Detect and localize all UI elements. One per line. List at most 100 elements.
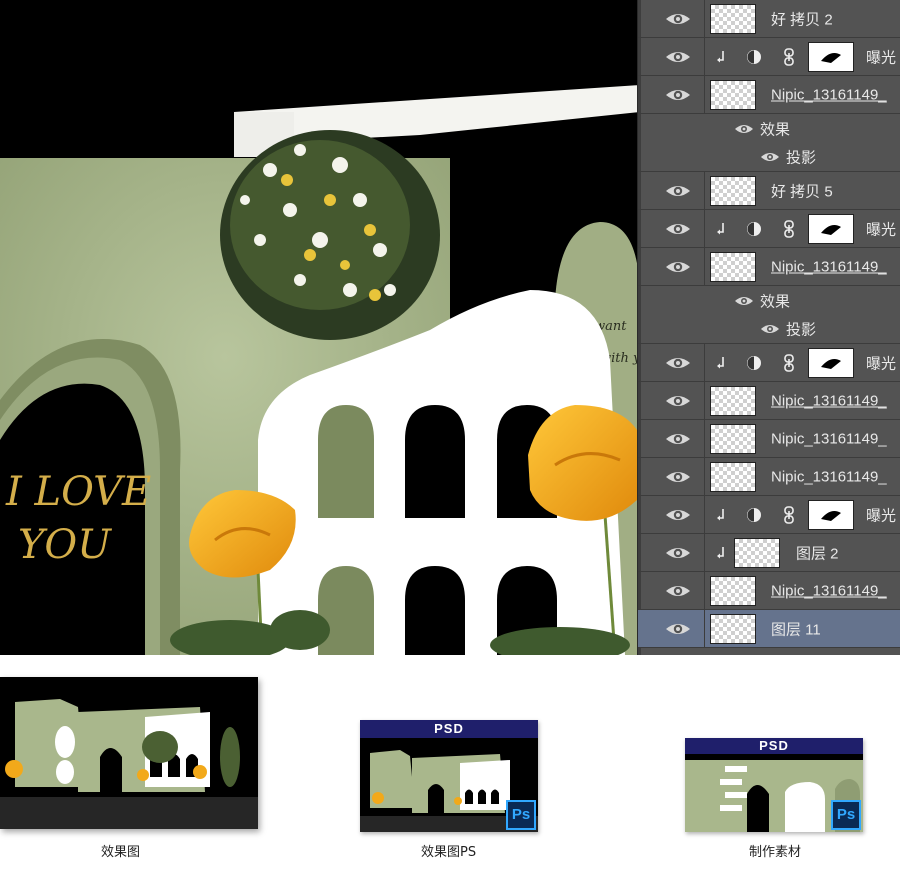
visibility-eye-icon[interactable] bbox=[664, 545, 692, 561]
preview-thumbnail-2[interactable]: PSD Ps bbox=[360, 720, 538, 832]
visibility-eye-icon[interactable] bbox=[664, 431, 692, 447]
visibility-eye-icon[interactable] bbox=[664, 507, 692, 523]
design-canvas[interactable]: I LOVEYOU want with y n bbox=[0, 0, 640, 655]
layer-row[interactable]: 图层 2 bbox=[638, 534, 900, 572]
preview-strip: 效果图 PSD Ps 效果图PS PSD Ps 制作素材 bbox=[0, 655, 900, 893]
layer-thumbnail[interactable] bbox=[710, 613, 756, 644]
layer-thumbnail[interactable] bbox=[710, 575, 756, 606]
layer-row[interactable]: Nipic_13161149_ bbox=[638, 76, 900, 114]
link-chain-icon[interactable] bbox=[783, 219, 795, 238]
clipping-arrow-icon bbox=[717, 508, 724, 520]
photoshop-icon: Ps bbox=[831, 800, 861, 830]
column-divider bbox=[704, 534, 705, 571]
adjustment-layer-icon bbox=[747, 49, 761, 64]
column-divider bbox=[704, 458, 705, 495]
column-divider bbox=[704, 172, 705, 209]
layer-name: 曝光 bbox=[866, 355, 897, 372]
adjustment-layer-icon bbox=[747, 221, 761, 236]
layer-row[interactable]: 曝光 bbox=[638, 38, 900, 76]
effect-visibility-eye-icon[interactable] bbox=[734, 123, 754, 135]
column-divider bbox=[704, 210, 705, 247]
effect-visibility-eye-icon[interactable] bbox=[760, 323, 780, 335]
preview-caption-2: 效果图PS bbox=[421, 845, 477, 860]
layer-thumbnail[interactable] bbox=[710, 385, 756, 416]
layer-name: 曝光 bbox=[866, 507, 897, 524]
layer-row[interactable]: Nipic_13161149_ bbox=[638, 248, 900, 286]
layer-row[interactable]: Nipic_13161149_ bbox=[638, 420, 900, 458]
layer-row[interactable]: 曝光 bbox=[638, 344, 900, 382]
layers-panel: 好 拷贝 2 曝光 Nipic_13161149_ 效果 投影好 拷贝 5 曝光 Nipic… bbox=[637, 0, 900, 655]
adjustment-layer-icon bbox=[747, 507, 761, 522]
layer-name: Nipic_13161149_ bbox=[771, 86, 887, 103]
adjustment-layer-icon bbox=[747, 355, 761, 370]
layer-row[interactable]: 曝光 bbox=[638, 210, 900, 248]
layer-row[interactable]: 好 拷贝 2 bbox=[638, 0, 900, 38]
layer-row[interactable]: 投影 bbox=[638, 315, 900, 344]
layer-mask-thumbnail[interactable] bbox=[808, 41, 854, 72]
layer-row[interactable]: Nipic_13161149_ bbox=[638, 382, 900, 420]
layer-thumbnail[interactable] bbox=[710, 175, 756, 206]
column-divider bbox=[704, 610, 705, 647]
visibility-eye-icon[interactable] bbox=[664, 621, 692, 637]
layer-thumbnail[interactable] bbox=[710, 461, 756, 492]
link-chain-icon[interactable] bbox=[783, 353, 795, 372]
visibility-eye-icon[interactable] bbox=[664, 221, 692, 237]
column-divider bbox=[704, 38, 705, 75]
visibility-eye-icon[interactable] bbox=[664, 393, 692, 409]
layer-row[interactable]: 曝光 bbox=[638, 496, 900, 534]
layer-name: Nipic_13161149_ bbox=[771, 392, 887, 409]
preview-caption-1: 效果图 bbox=[101, 845, 141, 860]
link-chain-icon[interactable] bbox=[783, 505, 795, 524]
clipping-arrow-icon bbox=[717, 222, 724, 234]
editor-area: I LOVEYOU want with y n bbox=[0, 0, 900, 655]
layer-name: 图层 11 bbox=[771, 621, 821, 638]
black-arch bbox=[0, 383, 145, 655]
column-divider bbox=[704, 420, 705, 457]
photoshop-icon: Ps bbox=[506, 800, 536, 830]
layer-row[interactable]: Nipic_13161149_ bbox=[638, 572, 900, 610]
column-divider bbox=[704, 248, 705, 285]
column-divider bbox=[704, 382, 705, 419]
preview-thumbnail-1[interactable] bbox=[0, 677, 258, 829]
clipping-arrow-icon bbox=[717, 50, 724, 62]
layer-name: 曝光 bbox=[866, 49, 897, 66]
visibility-eye-icon[interactable] bbox=[664, 583, 692, 599]
link-chain-icon[interactable] bbox=[783, 47, 795, 66]
visibility-eye-icon[interactable] bbox=[664, 87, 692, 103]
layer-thumbnail[interactable] bbox=[734, 537, 780, 568]
psd-header: PSD bbox=[360, 720, 538, 738]
preview-thumbnail-3[interactable]: PSD Ps bbox=[685, 738, 863, 832]
layer-mask-thumbnail[interactable] bbox=[808, 213, 854, 244]
preview-caption-3: 制作素材 bbox=[749, 845, 802, 860]
layer-name: Nipic_13161149_ bbox=[771, 430, 887, 447]
visibility-eye-icon[interactable] bbox=[664, 355, 692, 371]
visibility-eye-icon[interactable] bbox=[664, 11, 692, 27]
layer-row[interactable]: Nipic_13161149_ bbox=[638, 458, 900, 496]
layer-thumbnail[interactable] bbox=[710, 423, 756, 454]
layer-thumbnail[interactable] bbox=[710, 3, 756, 34]
flower-cluster bbox=[220, 130, 440, 340]
effect-visibility-eye-icon[interactable] bbox=[760, 151, 780, 163]
column-divider bbox=[704, 496, 705, 533]
layer-mask-thumbnail[interactable] bbox=[808, 347, 854, 378]
layer-row[interactable]: 投影 bbox=[638, 143, 900, 172]
clipping-arrow-icon bbox=[717, 356, 724, 368]
layer-name: Nipic_13161149_ bbox=[771, 258, 887, 275]
layer-thumbnail[interactable] bbox=[710, 79, 756, 110]
effect-visibility-eye-icon[interactable] bbox=[734, 295, 754, 307]
visibility-eye-icon[interactable] bbox=[664, 183, 692, 199]
column-divider bbox=[704, 76, 705, 113]
visibility-eye-icon[interactable] bbox=[664, 49, 692, 65]
layer-row[interactable]: 效果 bbox=[638, 286, 900, 315]
layer-row[interactable]: 好 拷贝 5 bbox=[638, 172, 900, 210]
layer-row[interactable]: 效果 bbox=[638, 114, 900, 143]
layer-mask-thumbnail[interactable] bbox=[808, 499, 854, 530]
visibility-eye-icon[interactable] bbox=[664, 259, 692, 275]
visibility-eye-icon[interactable] bbox=[664, 469, 692, 485]
layer-thumbnail[interactable] bbox=[710, 251, 756, 282]
layer-name: 好 拷贝 5 bbox=[771, 183, 833, 200]
column-divider bbox=[704, 344, 705, 381]
effect-label: 效果 bbox=[760, 293, 791, 310]
layer-row[interactable]: 图层 11 bbox=[638, 610, 900, 648]
layer-name: Nipic_13161149_ bbox=[771, 468, 887, 485]
